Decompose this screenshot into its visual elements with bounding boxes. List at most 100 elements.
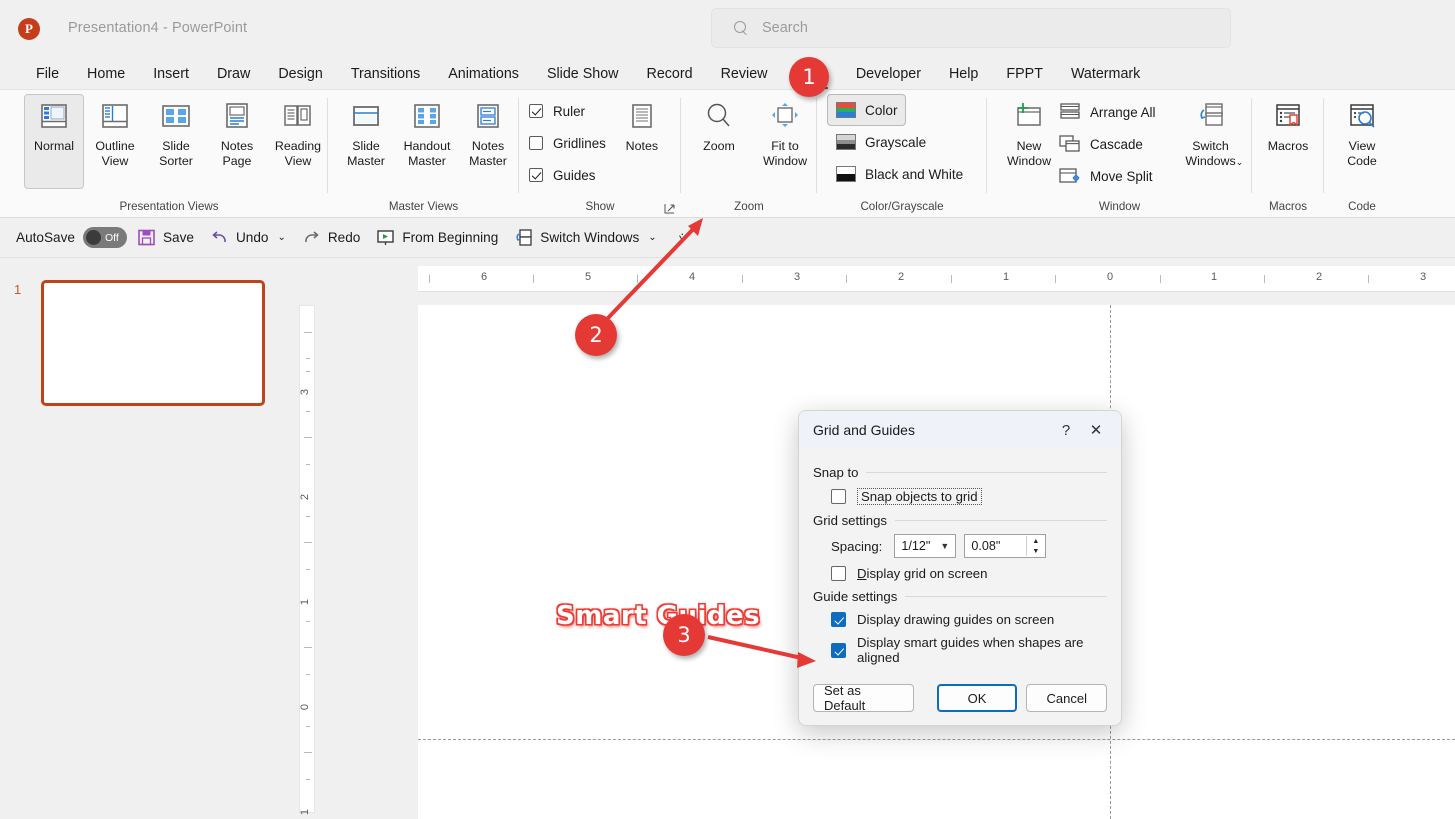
redo-icon (302, 228, 321, 247)
callout-badge-2-number: 2 (589, 323, 602, 347)
gridlines-checkbox[interactable]: Gridlines (529, 127, 606, 159)
spinner-down-icon[interactable]: ▼ (1027, 546, 1044, 556)
new-window-button[interactable]: New Window (999, 94, 1059, 189)
switch-windows-qat-button[interactable]: Switch Windows ⌄ (506, 224, 664, 251)
vertical-ruler[interactable]: 3 2 1 0 1 (299, 305, 315, 813)
autosave-toggle[interactable]: Off (83, 227, 127, 248)
notes-master-button[interactable]: Notes Master (458, 94, 518, 189)
snap-objects-to-grid-label: Snap objects to grid (857, 488, 982, 505)
guides-checkbox[interactable]: Guides (529, 159, 606, 191)
gridlines-label: Gridlines (553, 136, 606, 151)
tab-slide-show[interactable]: Slide Show (533, 66, 633, 89)
vruler-minor-tick (306, 411, 310, 412)
group-label-presentation-views: Presentation Views (10, 197, 328, 217)
slide-master-button[interactable]: Slide Master (336, 94, 396, 189)
undo-button[interactable]: Undo ⌄ (202, 224, 294, 251)
spacing-spinner-value: 0.08" (971, 539, 1000, 553)
spinner-buttons[interactable]: ▲ ▼ (1026, 536, 1044, 556)
from-beginning-button[interactable]: From Beginning (368, 224, 506, 251)
tab-transitions[interactable]: Transitions (337, 66, 434, 89)
group-label-macros: Macros (1252, 197, 1324, 217)
move-split-button[interactable]: Move Split (1059, 160, 1156, 192)
grayscale-swatch-icon (836, 134, 856, 150)
slide-text-smart-guides[interactable]: Smart Guides (556, 601, 760, 631)
tab-help[interactable]: Help (935, 66, 992, 89)
display-smart-guides-label: Display smart guides when shapes are ali… (857, 635, 1107, 665)
horizontal-drawing-guide[interactable] (418, 739, 1455, 740)
show-dialog-launcher[interactable] (664, 203, 676, 215)
save-icon (137, 228, 156, 247)
tab-insert[interactable]: Insert (139, 66, 203, 89)
switch-windows-chevron-down-icon[interactable]: ⌄ (648, 232, 656, 243)
cascade-button[interactable]: Cascade (1059, 128, 1156, 160)
undo-chevron-down-icon[interactable]: ⌄ (277, 232, 285, 243)
fit-to-window-button[interactable]: Fit to Window (755, 94, 815, 189)
ok-button[interactable]: OK (937, 684, 1018, 712)
view-code-button[interactable]: View Code (1332, 94, 1392, 189)
hruler-major-tick (1160, 275, 1161, 283)
slide-thumbnail-1[interactable] (41, 280, 265, 406)
dialog-close-button[interactable]: ✕ (1081, 417, 1111, 443)
ribbon-tabs: File Home Insert Draw Design Transitions… (0, 57, 1455, 89)
color-option[interactable]: Color (827, 94, 906, 126)
display-drawing-guides-row[interactable]: Display drawing guides on screen (831, 612, 1107, 627)
snap-objects-to-grid-row[interactable]: Snap objects to grid (831, 488, 1107, 505)
tab-animations[interactable]: Animations (434, 66, 533, 89)
macros-button[interactable]: Macros (1258, 94, 1318, 189)
reading-view-button[interactable]: Reading View (268, 94, 328, 189)
grayscale-option-label: Grayscale (865, 135, 926, 150)
tab-record[interactable]: Record (633, 66, 707, 89)
slide-thumbnail-panel: 1 (0, 266, 290, 819)
snap-objects-to-grid-checkbox[interactable] (831, 489, 846, 504)
tab-file[interactable]: File (22, 66, 73, 89)
tab-fppt[interactable]: FPPT (992, 66, 1057, 89)
notes-button[interactable]: Notes (612, 94, 672, 189)
outline-view-button[interactable]: Outline View (85, 94, 145, 189)
tab-developer[interactable]: Developer (842, 66, 935, 89)
handout-master-button[interactable]: Handout Master (397, 94, 457, 189)
tab-draw[interactable]: Draw (203, 66, 264, 89)
spinner-up-icon[interactable]: ▲ (1027, 536, 1044, 546)
display-smart-guides-row[interactable]: Display smart guides when shapes are ali… (831, 635, 1107, 665)
chevron-down-icon: ⌄ (1236, 155, 1244, 170)
arrange-all-button[interactable]: Arrange All (1059, 96, 1156, 128)
ruler-checkbox[interactable]: Ruler (529, 95, 606, 127)
slide-sorter-button[interactable]: Slide Sorter (146, 94, 206, 189)
document-title: Presentation4 - PowerPoint (68, 20, 247, 36)
switch-windows-button[interactable]: Switch Windows ⌄ (1174, 94, 1248, 189)
spacing-row: Spacing: 1/12" ▼ 0.08" ▲ ▼ (831, 534, 1107, 558)
black-and-white-option[interactable]: Black and White (827, 158, 972, 190)
set-as-default-button[interactable]: Set as Default (813, 684, 914, 712)
tab-home[interactable]: Home (73, 66, 139, 89)
display-drawing-guides-checkbox[interactable] (831, 612, 846, 627)
vruler-minor-tick (306, 464, 310, 465)
qat-overflow-button[interactable]: ⩒ (665, 226, 694, 249)
dialog-help-button[interactable]: ? (1051, 417, 1081, 443)
group-label-master-views: Master Views (328, 197, 519, 217)
new-window-icon (1012, 101, 1046, 133)
save-button[interactable]: Save (129, 224, 202, 251)
normal-view-button[interactable]: Normal (24, 94, 84, 189)
notes-page-button[interactable]: Notes Page (207, 94, 267, 189)
horizontal-ruler[interactable]: 6 5 4 3 2 1 0 1 2 3 (418, 266, 1455, 292)
spacing-spinner[interactable]: 0.08" ▲ ▼ (964, 534, 1046, 558)
display-grid-row[interactable]: Display grid on screen (831, 566, 1107, 581)
display-grid-checkbox[interactable] (831, 566, 846, 581)
search-box[interactable]: Search (711, 8, 1231, 48)
autosave-label: AutoSave (16, 230, 75, 245)
hruler-major-tick (1368, 275, 1369, 283)
color-swatch-icon (836, 102, 856, 118)
tab-review[interactable]: Review (707, 66, 782, 89)
tab-design[interactable]: Design (264, 66, 337, 89)
tab-watermark[interactable]: Watermark (1057, 66, 1154, 89)
cancel-button[interactable]: Cancel (1026, 684, 1107, 712)
redo-button[interactable]: Redo (294, 224, 369, 251)
callout-badge-3: 3 (663, 614, 705, 656)
ribbon-group-show: Ruler Gridlines Guides (519, 90, 681, 217)
zoom-button[interactable]: Zoom (689, 94, 749, 189)
display-smart-guides-checkbox[interactable] (831, 643, 846, 658)
spacing-dropdown[interactable]: 1/12" ▼ (894, 534, 956, 558)
section-divider (866, 472, 1107, 473)
grayscale-option[interactable]: Grayscale (827, 126, 935, 158)
vruler-major-tick (304, 542, 312, 543)
